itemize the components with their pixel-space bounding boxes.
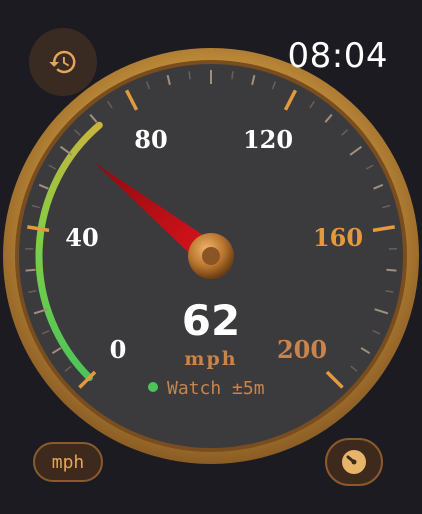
gauge-tick-30 xyxy=(25,268,36,272)
gauge-tick-170 xyxy=(386,268,397,272)
gauge-icon xyxy=(342,450,366,474)
history-button[interactable] xyxy=(29,28,97,96)
gauge-minor-tick-105 xyxy=(231,71,234,80)
tick-label-200: 200 xyxy=(277,335,327,364)
watch-status-text: Watch ±5m xyxy=(167,378,265,399)
tick-label-160: 160 xyxy=(313,223,363,252)
unit-toggle-button[interactable]: mph xyxy=(33,442,103,482)
tick-label-120: 120 xyxy=(243,125,293,154)
gauge-minor-tick-95 xyxy=(188,71,191,80)
watch-status-dot xyxy=(148,382,158,392)
status-time: 08:04 xyxy=(287,36,388,76)
tick-label-0: 0 xyxy=(110,335,127,364)
speed-unit: mph xyxy=(184,348,237,370)
gauge-mode-button[interactable] xyxy=(325,438,383,486)
speed-value: 62 xyxy=(182,296,240,345)
history-icon xyxy=(49,50,76,74)
needle-hub-center xyxy=(202,247,220,265)
tick-label-80: 80 xyxy=(134,125,167,154)
tick-label-40: 40 xyxy=(65,223,98,252)
